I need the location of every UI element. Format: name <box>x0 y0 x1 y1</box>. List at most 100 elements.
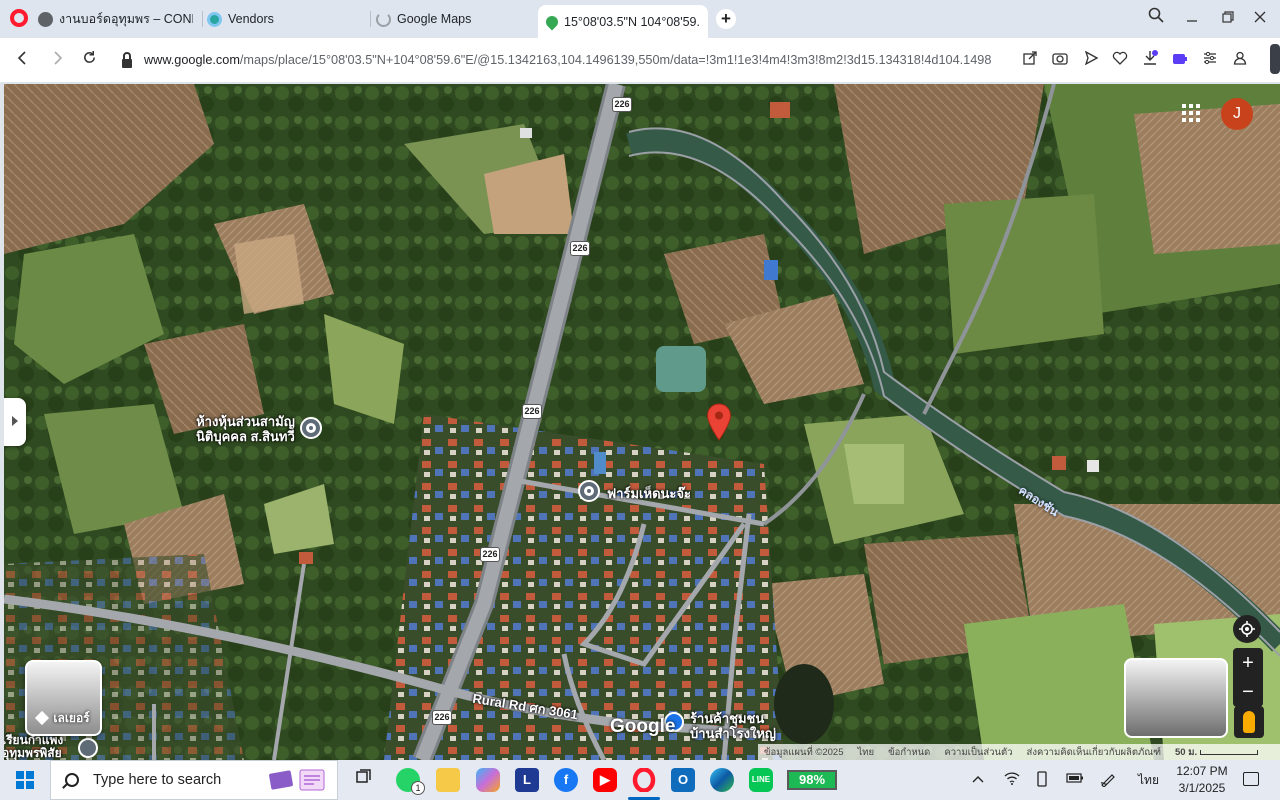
opera-icon[interactable] <box>632 767 656 793</box>
battery-widget[interactable]: 98% <box>787 770 837 790</box>
place-pin-icon[interactable] <box>578 480 600 502</box>
place-label-community-shop[interactable]: ร้านค้าชุมชน บ้านสำโรงใหญ่ <box>690 711 776 741</box>
tab-separator <box>370 11 371 27</box>
clock-time: 12:07 PM <box>1176 764 1228 778</box>
search-tabs-icon[interactable] <box>1143 6 1169 32</box>
school-pin-icon[interactable] <box>78 738 98 758</box>
place-name-line2: นิติบุคคล ส.สินทวี <box>196 429 295 444</box>
clock-date: 3/1/2025 <box>1178 781 1226 795</box>
map-canvas[interactable]: 226 226 226 226 226 ห้างหุ้นส่วนสามัญ นิ… <box>4 84 1280 760</box>
url-path: /maps/place/15°08'03.5"N+104°08'59.6"E/@… <box>239 53 992 67</box>
account-avatar[interactable]: J <box>1221 98 1253 130</box>
language-link[interactable]: ไทย <box>858 745 875 760</box>
heart-icon[interactable] <box>1110 50 1130 70</box>
my-location-button[interactable] <box>1233 615 1261 643</box>
road-shield-226: 226 <box>613 98 631 111</box>
map-data-credit[interactable]: ข้อมูลแผนที่ ©2025 <box>764 745 844 760</box>
edge-icon[interactable] <box>710 768 734 792</box>
map-attribution-bar: ข้อมูลแผนที่ ©2025 ไทย ข้อกำหนด ความเป็น… <box>758 744 1280 760</box>
battery-icon[interactable] <box>1066 771 1084 786</box>
back-button[interactable] <box>10 48 34 72</box>
globe-icon <box>38 11 53 27</box>
show-hidden-icons-icon[interactable] <box>972 771 984 786</box>
location-marker-icon[interactable] <box>706 403 732 441</box>
privacy-link[interactable]: ความเป็นส่วนตัว <box>944 745 1012 760</box>
tab-strip: งานบอร์ดอุทุมพร – CONNEXT Vendors Google… <box>0 0 1280 38</box>
tab-separator <box>202 11 203 27</box>
windows-taskbar: Type here to search 1 L f ▶ O LINE 98% ไ… <box>0 760 1280 800</box>
whatsapp-icon[interactable]: 1 <box>396 768 425 795</box>
minimize-icon[interactable] <box>1179 6 1205 32</box>
easy-setup-icon[interactable] <box>1200 50 1220 70</box>
road-shield-226: 226 <box>481 548 499 561</box>
camera-icon[interactable] <box>1050 50 1070 70</box>
road-shield-226: 226 <box>433 711 451 724</box>
send-icon[interactable] <box>1081 50 1101 70</box>
task-view-icon[interactable] <box>352 768 376 792</box>
pegman-icon[interactable] <box>1234 706 1264 738</box>
windows-start-icon[interactable] <box>16 771 34 789</box>
maps-pin-icon <box>543 13 561 30</box>
line-icon[interactable]: LINE <box>749 768 773 792</box>
road-shield-226: 226 <box>523 405 541 418</box>
share-icon[interactable] <box>1020 50 1040 70</box>
layers-label: เลเยอร์ <box>53 711 90 725</box>
terms-link[interactable]: ข้อกำหนด <box>888 745 930 760</box>
pen-icon[interactable] <box>1100 771 1116 790</box>
facebook-icon[interactable]: f <box>554 768 578 792</box>
place-name-line2: อุทุมพรพิสัย <box>4 746 62 760</box>
place-label-mushroom-farm[interactable]: ฟาร์มเห็ดนะจ๊ะ <box>607 486 691 501</box>
tab-google-maps[interactable]: Google Maps <box>376 5 526 33</box>
scale-indicator[interactable]: 50 ม. <box>1175 745 1258 760</box>
place-name-line2: บ้านสำโรงใหญ่ <box>690 726 776 741</box>
place-pin-icon[interactable] <box>300 417 322 439</box>
taskbar-clock[interactable]: 12:07 PM 3/1/2025 <box>1170 763 1234 797</box>
feedback-link[interactable]: ส่งความคิดเห็นเกี่ยวกับผลิตภัณฑ์ <box>1027 745 1161 760</box>
l-app-icon[interactable]: L <box>515 768 539 792</box>
expand-panel-button[interactable] <box>4 398 26 446</box>
sidebar-scrollbar[interactable] <box>1270 44 1280 74</box>
browser-toolbar: www.google.com/maps/place/15°08'03.5"N+1… <box>0 38 1280 82</box>
forward-button[interactable] <box>46 48 70 72</box>
zoom-out-button[interactable]: − <box>1233 677 1263 707</box>
opera-logo-icon[interactable] <box>10 9 28 27</box>
new-tab-button[interactable]: + <box>716 9 736 29</box>
google-logo: Google <box>610 716 676 737</box>
layers-button[interactable]: เลเยอร์ <box>25 660 102 736</box>
search-highlight-icon[interactable] <box>268 766 330 794</box>
zoom-in-button[interactable]: + <box>1233 648 1263 678</box>
url-host: www.google.com <box>144 53 240 67</box>
close-icon[interactable] <box>1247 6 1273 32</box>
reload-button[interactable] <box>77 48 101 72</box>
profile-icon[interactable] <box>1230 50 1250 70</box>
notifications-icon[interactable] <box>1243 772 1259 786</box>
input-language[interactable]: ไทย <box>1138 771 1159 790</box>
search-icon <box>65 773 79 787</box>
file-explorer-icon[interactable] <box>436 768 460 792</box>
restore-icon[interactable] <box>1215 6 1241 32</box>
tab-connext[interactable]: งานบอร์ดอุทุมพร – CONNEXT <box>38 5 198 33</box>
lock-icon[interactable] <box>122 51 132 68</box>
scale-bar <box>1199 749 1258 755</box>
youtube-icon[interactable]: ▶ <box>593 768 617 792</box>
place-label-school[interactable]: เรียนกำแพง อุทุมพรพิสัย <box>4 734 63 760</box>
loading-icon <box>376 11 391 27</box>
url-text[interactable]: www.google.com/maps/place/15°08'03.5"N+1… <box>144 53 1014 67</box>
wifi-icon[interactable] <box>1004 771 1020 788</box>
tab-coordinates[interactable]: 15°08'03.5"N 104°08'59.6"E <box>538 5 708 38</box>
meet-now-icon[interactable] <box>1036 771 1048 790</box>
google-apps-icon[interactable] <box>1182 104 1200 122</box>
vendor-icon <box>207 11 222 27</box>
outlook-icon[interactable]: O <box>671 768 695 792</box>
layers-icon <box>35 710 50 726</box>
place-name-line1: ร้านค้าชุมชน <box>690 711 765 726</box>
street-view-preview[interactable] <box>1124 658 1228 738</box>
battery-saver-icon[interactable] <box>1170 50 1190 70</box>
search-placeholder: Type here to search <box>93 772 222 788</box>
place-name-line1: ห้างหุ้นส่วนสามัญ <box>196 414 295 429</box>
whatsapp-badge: 1 <box>411 781 425 795</box>
place-label-sinthawi[interactable]: ห้างหุ้นส่วนสามัญ นิติบุคคล ส.สินทวี <box>196 414 295 444</box>
tab-vendors[interactable]: Vendors <box>207 5 357 33</box>
download-icon[interactable] <box>1140 50 1160 70</box>
copilot-icon[interactable] <box>476 768 500 792</box>
